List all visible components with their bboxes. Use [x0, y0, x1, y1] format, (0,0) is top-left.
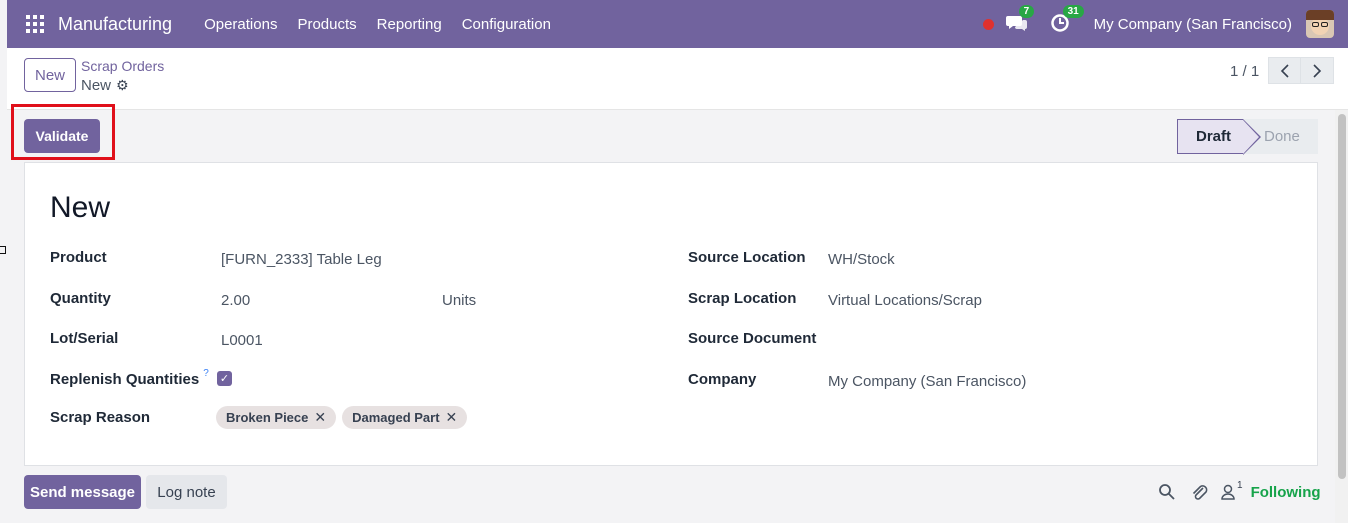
lot-serial-label: Lot/Serial	[50, 330, 119, 347]
quantity-field[interactable]: 2.00	[221, 292, 250, 309]
breadcrumb-current: New ⚙	[81, 77, 129, 94]
replenish-quantities-checkbox[interactable]: ✓	[217, 371, 232, 386]
user-avatar[interactable]	[1306, 10, 1334, 38]
paperclip-icon[interactable]	[1190, 482, 1208, 502]
page-scrollbar[interactable]	[1335, 110, 1348, 523]
scrap-reason-label: Scrap Reason	[50, 409, 151, 426]
breadcrumb-scrap-orders[interactable]: Scrap Orders	[81, 58, 164, 74]
company-switcher[interactable]: My Company (San Francisco)	[1094, 16, 1292, 33]
log-note-button[interactable]: Log note	[146, 475, 227, 509]
app-name[interactable]: Manufacturing	[58, 14, 172, 35]
control-panel: New Scrap Orders New ⚙ 1 / 1	[7, 48, 1348, 110]
recording-indicator-icon[interactable]	[982, 18, 994, 30]
tag-damaged-part: Damaged Part ✕	[342, 406, 468, 429]
pager-buttons	[1268, 57, 1334, 84]
scrap-reason-tags[interactable]: Broken Piece ✕ Damaged Part ✕	[216, 406, 473, 429]
search-icon[interactable]	[1158, 483, 1176, 501]
breadcrumb-current-label: New	[81, 77, 112, 94]
source-location-label: Source Location	[688, 249, 806, 266]
validate-button[interactable]: Validate	[24, 119, 100, 153]
activities-button[interactable]: 31	[1050, 5, 1084, 35]
source-location-field[interactable]: WH/Stock	[828, 251, 895, 268]
help-tooltip-icon[interactable]: ?	[203, 368, 209, 379]
pager-previous-button[interactable]	[1268, 57, 1301, 84]
company-field[interactable]: My Company (San Francisco)	[828, 373, 1026, 390]
tag-broken-piece-label: Broken Piece	[226, 410, 309, 425]
following-button[interactable]: Following	[1251, 484, 1321, 501]
app-grid-icon[interactable]	[26, 15, 44, 33]
scrap-location-label: Scrap Location	[688, 290, 797, 307]
menu-operations[interactable]: Operations	[204, 16, 277, 33]
activities-count-badge: 31	[1062, 5, 1084, 18]
pager-value[interactable]: 1 / 1	[1230, 63, 1259, 80]
menu-configuration[interactable]: Configuration	[462, 16, 551, 33]
gear-icon[interactable]: ⚙	[116, 77, 129, 94]
follower-icon[interactable]	[1220, 483, 1236, 501]
send-message-button[interactable]: Send message	[24, 475, 141, 509]
product-row: Product	[50, 249, 107, 266]
remove-tag-icon[interactable]: ✕	[314, 409, 326, 426]
chevron-right-icon	[1313, 63, 1322, 78]
tag-broken-piece: Broken Piece ✕	[216, 406, 337, 429]
chatter-toolbar: 1 Following	[1158, 480, 1321, 502]
uom-field[interactable]: Units	[442, 292, 476, 309]
product-label: Product	[50, 249, 107, 266]
replenish-quantities-label: Replenish Quantities	[50, 371, 200, 388]
status-draft[interactable]: Draft	[1177, 119, 1261, 155]
messages-button[interactable]: 7	[1005, 5, 1035, 35]
scrap-location-field[interactable]: Virtual Locations/Scrap	[828, 292, 982, 309]
chevron-left-icon	[1280, 63, 1289, 78]
followers-count[interactable]: 1	[1237, 480, 1243, 491]
form-sheet: New Product [FURN_2333] Table Leg Quanti…	[24, 162, 1318, 466]
menu-reporting[interactable]: Reporting	[377, 16, 442, 33]
product-field[interactable]: [FURN_2333] Table Leg	[221, 251, 382, 268]
lot-serial-field[interactable]: L0001	[221, 332, 263, 349]
remove-tag-icon[interactable]: ✕	[446, 409, 458, 426]
quantity-label: Quantity	[50, 290, 111, 307]
company-label: Company	[688, 371, 757, 388]
top-navbar: Manufacturing Operations Products Report…	[7, 0, 1348, 48]
tag-damaged-part-label: Damaged Part	[352, 410, 440, 425]
menu-products[interactable]: Products	[297, 16, 356, 33]
edge-marker	[0, 246, 6, 254]
pager-next-button[interactable]	[1301, 57, 1334, 84]
messages-count-badge: 7	[1018, 5, 1035, 18]
record-title[interactable]: New	[50, 191, 110, 225]
scrollbar-thumb[interactable]	[1338, 114, 1346, 479]
status-bar: Draft Done	[1177, 119, 1318, 155]
status-draft-label: Draft	[1196, 128, 1232, 145]
status-done-label: Done	[1264, 128, 1300, 145]
source-document-label: Source Document	[688, 330, 817, 347]
new-button[interactable]: New	[24, 58, 76, 92]
